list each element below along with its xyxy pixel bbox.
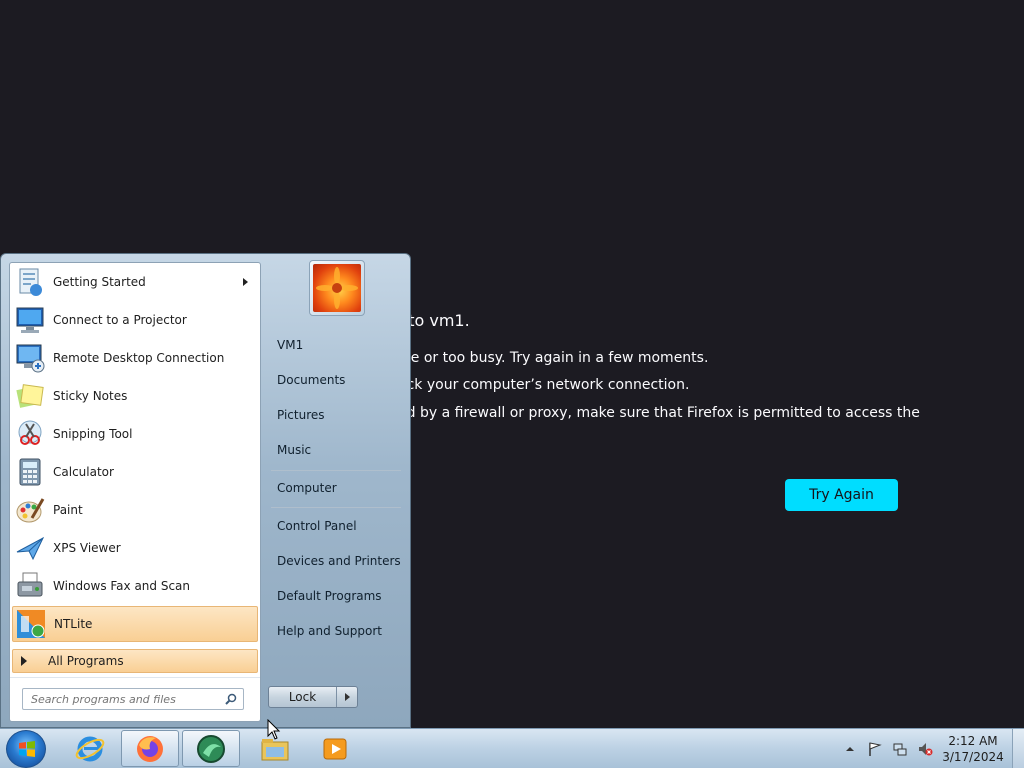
program-ntlite[interactable]: NTLite	[12, 606, 258, 642]
program-label: Connect to a Projector	[53, 313, 187, 327]
clock-date: 3/17/2024	[942, 750, 1004, 764]
places-pane: VM1 Documents Pictures Music Computer Co…	[261, 254, 411, 728]
program-label: Snipping Tool	[53, 427, 133, 441]
places-music[interactable]: Music	[277, 443, 311, 457]
start-menu: Getting Started Connect to a Projector R…	[0, 253, 411, 728]
network-tray[interactable]	[892, 741, 908, 757]
program-label: Calculator	[53, 465, 114, 479]
program-label: Sticky Notes	[53, 389, 128, 403]
internet-explorer-icon	[75, 736, 105, 761]
program-label: Windows Fax and Scan	[53, 579, 191, 593]
mouse-cursor-icon	[267, 719, 281, 740]
flag-icon	[869, 742, 882, 756]
program-getting-started[interactable]: Getting Started	[12, 264, 258, 300]
clock[interactable]: 2:12 AM 3/17/2024	[940, 733, 1006, 765]
places-computer[interactable]: Computer	[277, 481, 337, 495]
search-icon[interactable]	[225, 693, 237, 705]
lock-button[interactable]: Lock	[269, 687, 337, 707]
all-programs-arrow-icon	[21, 656, 27, 666]
all-programs-button[interactable]: All Programs	[12, 649, 258, 673]
places-documents[interactable]: Documents	[277, 373, 345, 387]
program-xps-viewer[interactable]: XPS Viewer	[12, 530, 258, 566]
taskbar-media-player[interactable]	[306, 730, 364, 767]
show-desktop-button[interactable]	[1012, 729, 1024, 768]
program-snipping-tool[interactable]: Snipping Tool	[12, 416, 258, 452]
calculator-icon	[14, 456, 46, 488]
volume-tray[interactable]	[917, 741, 933, 757]
program-label: Remote Desktop Connection	[53, 351, 225, 365]
chevron-up-icon	[846, 747, 854, 751]
chevron-right-icon	[344, 693, 350, 701]
program-label: Paint	[53, 503, 83, 517]
network-icon	[893, 743, 907, 756]
remote-desktop-icon	[14, 342, 46, 374]
user-avatar[interactable]	[309, 260, 365, 316]
fax-scan-icon	[14, 570, 46, 602]
ntlite-icon	[15, 608, 47, 640]
projector-icon	[14, 304, 46, 336]
programs-pane: Getting Started Connect to a Projector R…	[9, 262, 261, 722]
places-user-folder[interactable]: VM1	[277, 338, 303, 352]
action-center-flag[interactable]	[867, 741, 883, 757]
program-label: XPS Viewer	[53, 541, 121, 555]
program-fax-scan[interactable]: Windows Fax and Scan	[12, 568, 258, 604]
program-label: NTLite	[54, 617, 93, 631]
places-divider	[271, 507, 401, 508]
places-help-support[interactable]: Help and Support	[277, 624, 382, 638]
search-box[interactable]	[22, 688, 244, 710]
shutdown-options-button[interactable]	[337, 687, 357, 707]
program-calculator[interactable]: Calculator	[12, 454, 258, 490]
lock-button-group: Lock	[268, 686, 358, 708]
flower-picture	[313, 264, 361, 312]
error-line-network: eck your computer’s network connection.	[398, 377, 690, 393]
search-input[interactable]	[31, 692, 211, 706]
search-divider	[10, 677, 260, 678]
program-connect-projector[interactable]: Connect to a Projector	[12, 302, 258, 338]
places-default-programs[interactable]: Default Programs	[277, 589, 382, 603]
system-tray	[842, 729, 942, 768]
taskbar-app[interactable]	[182, 730, 240, 767]
program-label: Getting Started	[53, 275, 146, 289]
try-again-button[interactable]: Try Again	[785, 479, 898, 511]
sticky-notes-icon	[14, 380, 46, 412]
error-line-busy: ble or too busy. Try again in a few mome…	[398, 350, 709, 366]
start-button[interactable]	[6, 730, 46, 768]
app-icon	[197, 734, 225, 763]
firefox-icon	[137, 735, 163, 762]
paint-icon	[14, 494, 46, 526]
volume-muted-icon	[919, 743, 933, 756]
taskbar-internet-explorer[interactable]	[61, 730, 119, 767]
taskbar: 2:12 AM 3/17/2024	[0, 728, 1024, 768]
show-hidden-icons-button[interactable]	[842, 741, 858, 757]
clock-time: 2:12 AM	[948, 734, 998, 748]
snipping-tool-icon	[14, 418, 46, 450]
places-devices-printers[interactable]: Devices and Printers	[277, 554, 401, 568]
all-programs-label: All Programs	[48, 654, 124, 668]
media-player-icon	[323, 738, 347, 759]
taskbar-firefox[interactable]	[121, 730, 179, 767]
places-control-panel[interactable]: Control Panel	[277, 519, 357, 533]
windows-logo-icon	[19, 741, 35, 757]
program-sticky-notes[interactable]: Sticky Notes	[12, 378, 258, 414]
error-line-firewall: ed by a firewall or proxy, make sure tha…	[398, 405, 920, 421]
xps-viewer-icon	[14, 532, 46, 564]
submenu-arrow-icon	[243, 278, 248, 286]
places-pictures[interactable]: Pictures	[277, 408, 325, 422]
program-remote-desktop[interactable]: Remote Desktop Connection	[12, 340, 258, 376]
places-divider	[271, 470, 401, 471]
program-paint[interactable]: Paint	[12, 492, 258, 528]
getting-started-icon	[14, 266, 46, 298]
